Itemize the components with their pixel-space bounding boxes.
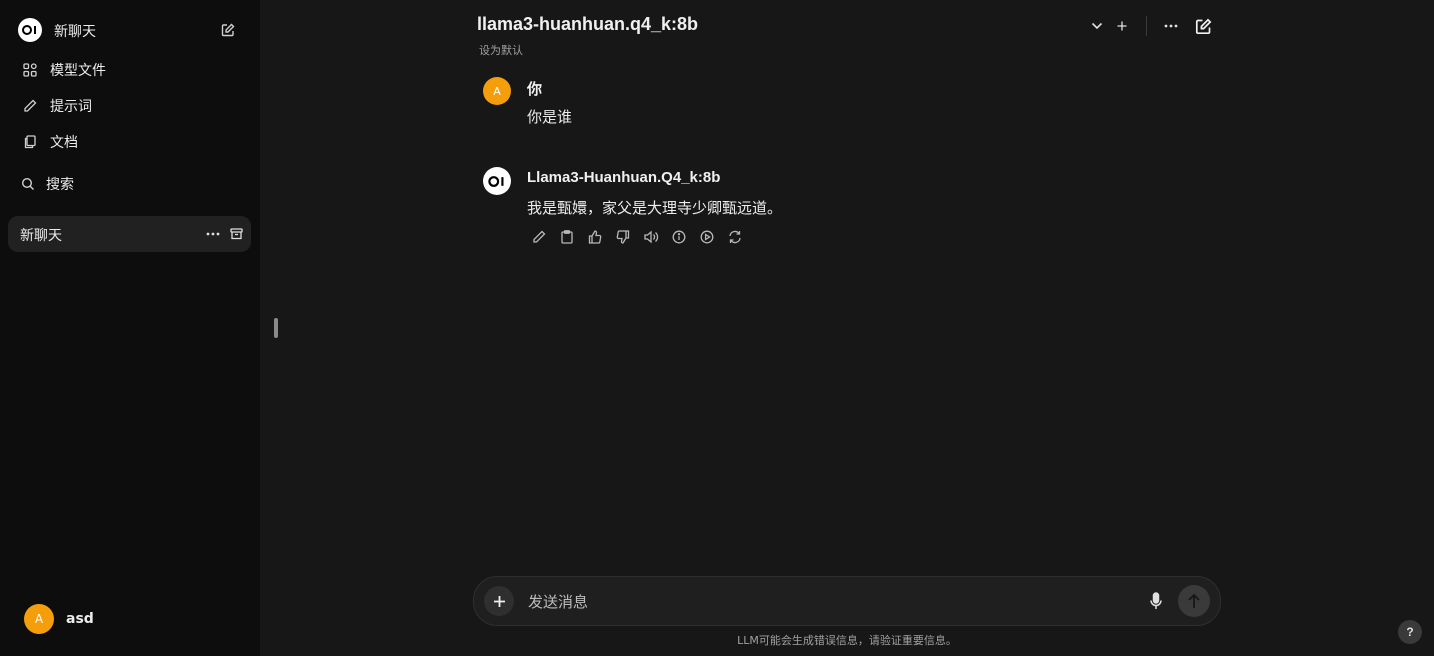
sidebar-item-modelfiles[interactable]: 模型文件 xyxy=(22,58,242,82)
send-arrow-up-icon[interactable] xyxy=(1178,585,1210,617)
message-author: 你 xyxy=(527,81,543,98)
brand-label: 新聊天 xyxy=(54,24,96,40)
sidebar-item-documents[interactable]: 文档 xyxy=(22,130,242,154)
openwebui-logo-icon xyxy=(18,18,42,42)
copy-clipboard-icon[interactable] xyxy=(558,228,576,246)
user-menu[interactable]: A asd xyxy=(24,604,94,634)
thumbs-up-icon[interactable] xyxy=(586,228,604,246)
sidebar-resize-handle[interactable] xyxy=(274,318,278,338)
brand-row[interactable]: 新聊天 xyxy=(18,18,238,42)
thumbs-down-icon[interactable] xyxy=(614,228,632,246)
model-selector-title[interactable]: llama3-huanhuan.q4_k:8b xyxy=(477,14,698,35)
openwebui-logo-icon xyxy=(483,167,511,195)
message-composer xyxy=(473,576,1221,626)
archive-icon[interactable] xyxy=(228,226,244,242)
add-model-plus-icon[interactable] xyxy=(1112,16,1132,36)
help-button[interactable]: ? xyxy=(1398,620,1422,644)
new-chat-edit-icon[interactable] xyxy=(1193,16,1213,36)
microphone-icon[interactable] xyxy=(1146,591,1166,611)
chevron-down-icon[interactable] xyxy=(1087,16,1107,36)
pencil-icon xyxy=(22,98,38,114)
message-text: 你是谁 xyxy=(527,108,573,126)
sidebar-item-label: 提示词 xyxy=(50,99,92,115)
avatar: A xyxy=(483,77,511,105)
header-divider xyxy=(1146,16,1147,36)
new-chat-edit-icon[interactable] xyxy=(218,20,238,40)
documents-icon xyxy=(22,134,38,150)
chat-list-item[interactable]: 新聊天 xyxy=(8,216,251,252)
avatar: A xyxy=(24,604,54,634)
play-continue-icon[interactable] xyxy=(698,228,716,246)
search-label: 搜索 xyxy=(46,177,74,193)
regenerate-icon[interactable] xyxy=(726,228,744,246)
message-text: 我是甄嬛，家父是大理寺少卿甄远道。 xyxy=(527,199,783,217)
more-horizontal-icon[interactable] xyxy=(205,226,221,242)
message-actions xyxy=(530,228,754,246)
message-input[interactable] xyxy=(526,589,1090,615)
attach-plus-icon[interactable] xyxy=(484,586,514,616)
grid-icon xyxy=(22,62,38,78)
sidebar: 新聊天 模型文件 提示词 文档 搜索 新聊天 A asd xyxy=(0,0,260,656)
edit-pencil-icon[interactable] xyxy=(530,228,548,246)
more-horizontal-icon[interactable] xyxy=(1161,16,1181,36)
sidebar-item-label: 文档 xyxy=(50,135,78,151)
disclaimer-text: LLM可能会生成错误信息，请验证重要信息。 xyxy=(737,634,957,647)
read-aloud-speaker-icon[interactable] xyxy=(642,228,660,246)
user-name: asd xyxy=(66,611,94,627)
search-icon xyxy=(20,176,36,192)
info-icon[interactable] xyxy=(670,228,688,246)
sidebar-search[interactable]: 搜索 xyxy=(20,172,240,196)
message-author: Llama3-Huanhuan.Q4_k:8b xyxy=(527,169,721,186)
chat-title: 新聊天 xyxy=(20,228,62,244)
sidebar-item-label: 模型文件 xyxy=(50,63,106,79)
sidebar-item-prompts[interactable]: 提示词 xyxy=(22,94,242,118)
set-default-link[interactable]: 设为默认 xyxy=(479,42,523,58)
